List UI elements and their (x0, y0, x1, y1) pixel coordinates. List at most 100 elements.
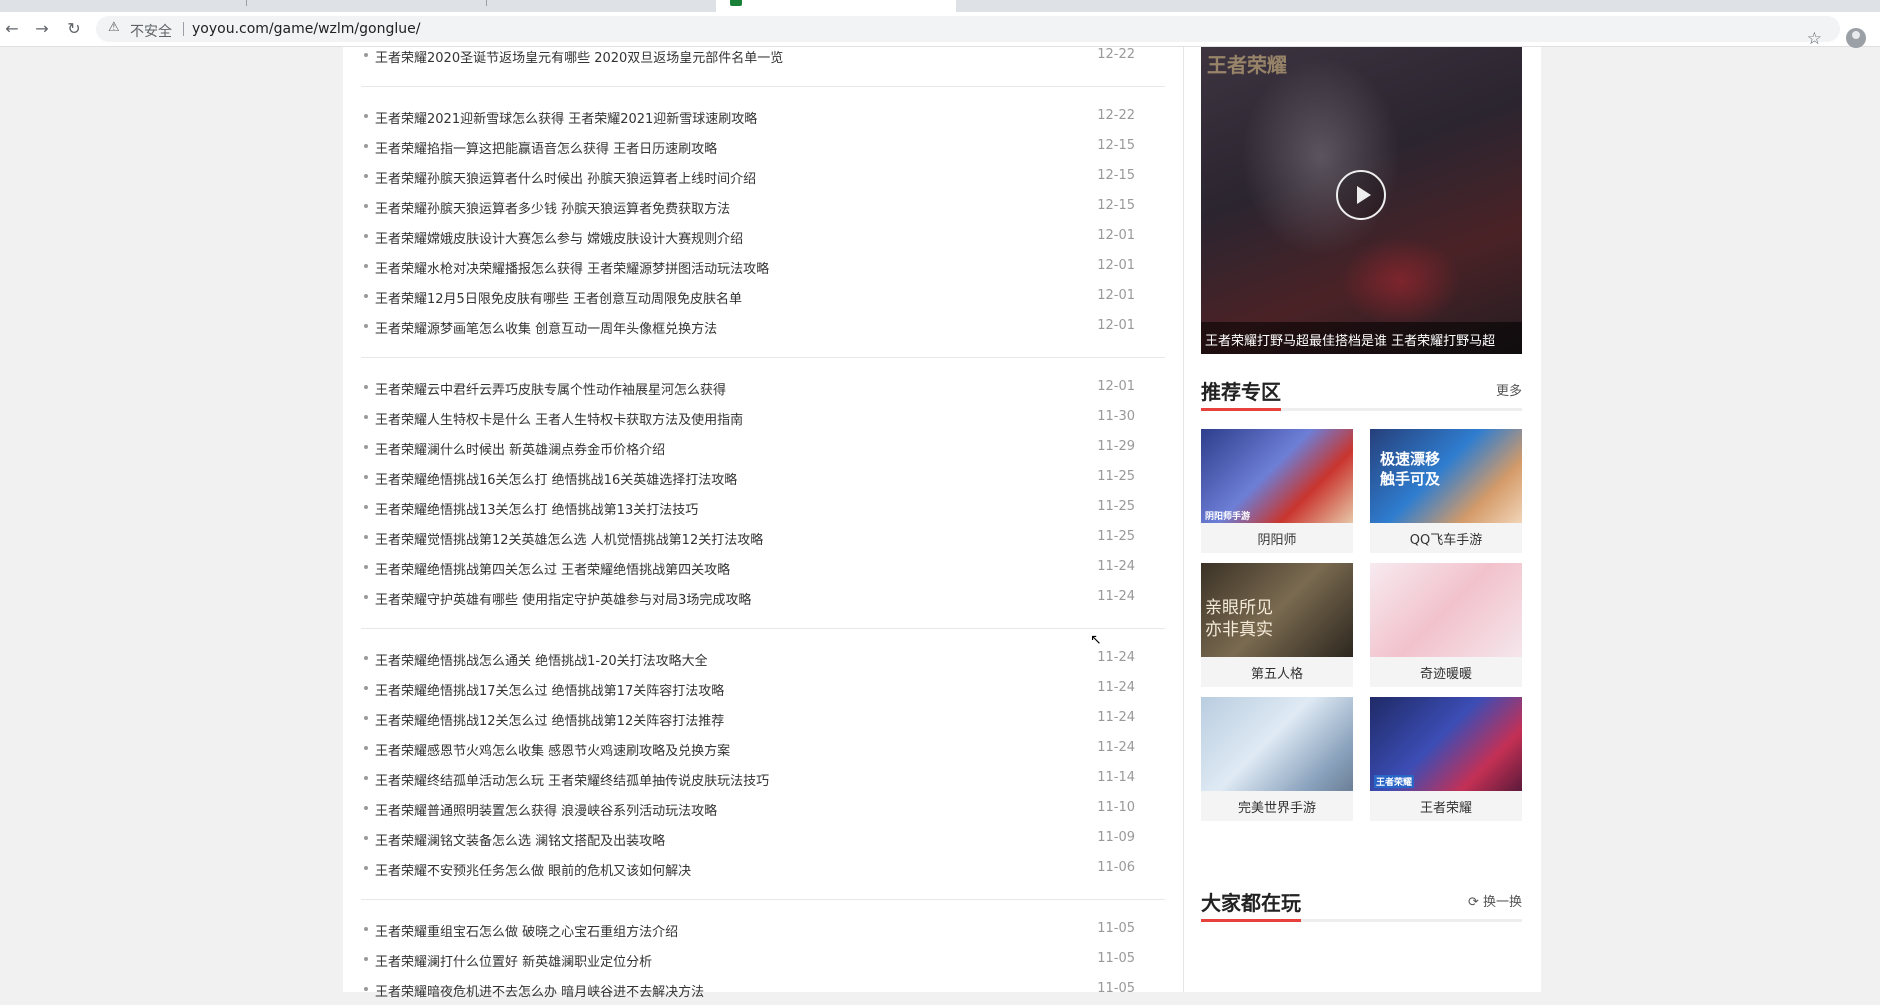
article-title-link[interactable]: 王者荣耀掐指一算这把能赢语音怎么获得 王者日历速刷攻略 (375, 138, 717, 157)
bullet-dot (364, 445, 368, 449)
article-title-link[interactable]: 王者荣耀绝悟挑战16关怎么打 绝悟挑战16关英雄选择打法攻略 (375, 469, 737, 488)
article-title-link[interactable]: 王者荣耀终结孤单活动怎么玩 王者荣耀终结孤单抽传说皮肤玩法技巧 (375, 770, 769, 789)
zone-card[interactable]: 极速漂移 触手可及 QQ飞车手游 (1370, 429, 1522, 553)
list-item[interactable]: 王者荣耀普通照明装置怎么获得 浪漫峡谷系列活动玩法攻略 11-10 (361, 794, 1165, 824)
article-title-link[interactable]: 王者荣耀孙膑天狼运算者什么时候出 孙膑天狼运算者上线时间介绍 (375, 168, 756, 187)
list-item[interactable]: 王者荣耀12月5日限免皮肤有哪些 王者创意互动周限免皮肤名单 12-01 (361, 282, 1165, 312)
list-item[interactable]: 王者荣耀孙膑天狼运算者多少钱 孙膑天狼运算者免费获取方法 12-15 (361, 192, 1165, 222)
list-item[interactable]: 王者荣耀绝悟挑战17关怎么过 绝悟挑战第17关阵容打法攻略 11-24 (361, 674, 1165, 704)
refresh-link[interactable]: ⟳ 换一换 (1468, 891, 1522, 910)
list-item[interactable]: 王者荣耀感恩节火鸡怎么收集 感恩节火鸡速刷攻略及兑换方案 11-24 (361, 734, 1165, 764)
bullet-dot (364, 686, 368, 690)
insecure-label[interactable]: 不安全 (130, 21, 172, 41)
article-title-link[interactable]: 王者荣耀2020圣诞节返场皇元有哪些 2020双旦返场皇元部件名单一览 (375, 47, 783, 66)
zone-name[interactable]: 奇迹暖暖 (1370, 663, 1522, 682)
url-text[interactable]: yoyou.com/game/wzlm/gonglue/ (192, 21, 420, 37)
article-title-link[interactable]: 王者荣耀孙膑天狼运算者多少钱 孙膑天狼运算者免费获取方法 (375, 198, 730, 217)
list-item[interactable]: 王者荣耀2020圣诞节返场皇元有哪些 2020双旦返场皇元部件名单一览 12-22 (361, 41, 1165, 71)
article-title-link[interactable]: 王者荣耀绝悟挑战17关怎么过 绝悟挑战第17关阵容打法攻略 (375, 680, 724, 699)
article-title-link[interactable]: 王者荣耀绝悟挑战怎么通关 绝悟挑战1-20关打法攻略大全 (375, 650, 708, 669)
list-item[interactable]: 王者荣耀人生特权卡是什么 王者人生特权卡获取方法及使用指南 11-30 (361, 403, 1165, 433)
list-item[interactable]: 王者荣耀绝悟挑战12关怎么过 绝悟挑战第12关阵容打法推荐 11-24 (361, 704, 1165, 734)
zone-thumbnail[interactable] (1370, 563, 1522, 657)
zone-thumbnail[interactable]: 王者荣耀 (1370, 697, 1522, 791)
article-title-link[interactable]: 王者荣耀不安预兆任务怎么做 眼前的危机又该如何解决 (375, 860, 691, 879)
zone-thumbnail[interactable]: 极速漂移 触手可及 (1370, 429, 1522, 523)
zone-name[interactable]: 阴阳师 (1201, 529, 1353, 548)
article-group: 王者荣耀2020圣诞节返场皇元有哪些 2020双旦返场皇元部件名单一览 12-22 (361, 41, 1165, 71)
list-item[interactable]: 王者荣耀嫦娥皮肤设计大赛怎么参与 嫦娥皮肤设计大赛规则介绍 12-01 (361, 222, 1165, 252)
zone-name[interactable]: QQ飞车手游 (1370, 529, 1522, 548)
article-title-link[interactable]: 王者荣耀重组宝石怎么做 破晓之心宝石重组方法介绍 (375, 921, 678, 940)
warning-icon[interactable]: ⚠ (108, 20, 120, 35)
list-item[interactable]: 王者荣耀掐指一算这把能赢语音怎么获得 王者日历速刷攻略 12-15 (361, 132, 1165, 162)
list-item[interactable]: 王者荣耀澜打什么位置好 新英雄澜职业定位分析 11-05 (361, 945, 1165, 975)
list-item[interactable]: 王者荣耀孙膑天狼运算者什么时候出 孙膑天狼运算者上线时间介绍 12-15 (361, 162, 1165, 192)
article-title-link[interactable]: 王者荣耀澜打什么位置好 新英雄澜职业定位分析 (375, 951, 652, 970)
article-date: 12-01 (1097, 379, 1135, 394)
list-item[interactable]: 王者荣耀守护英雄有哪些 使用指定守护英雄参与对局3场完成攻略 11-24 (361, 583, 1165, 613)
zone-thumbnail[interactable]: 亲眼所见 亦非真实 (1201, 563, 1353, 657)
article-date: 12-22 (1097, 47, 1135, 62)
article-title-link[interactable]: 王者荣耀源梦画笔怎么收集 创意互动一周年头像框兑换方法 (375, 318, 717, 337)
video-caption[interactable]: 王者荣耀打野马超最佳搭档是谁 王者荣耀打野马超 (1205, 330, 1495, 349)
video-caption-bar[interactable]: 王者荣耀打野马超最佳搭档是谁 王者荣耀打野马超 (1201, 322, 1522, 354)
article-title-link[interactable]: 王者荣耀绝悟挑战12关怎么过 绝悟挑战第12关阵容打法推荐 (375, 710, 724, 729)
list-item[interactable]: 王者荣耀绝悟挑战13关怎么打 绝悟挑战第13关打法技巧 11-25 (361, 493, 1165, 523)
zone-card[interactable]: 王者荣耀 王者荣耀 (1370, 697, 1522, 821)
article-title-link[interactable]: 王者荣耀人生特权卡是什么 王者人生特权卡获取方法及使用指南 (375, 409, 743, 428)
zone-thumbnail[interactable]: 阴阳师手游 (1201, 429, 1353, 523)
list-item[interactable]: 王者荣耀重组宝石怎么做 破晓之心宝石重组方法介绍 11-05 (361, 915, 1165, 945)
list-item[interactable]: 王者荣耀绝悟挑战怎么通关 绝悟挑战1-20关打法攻略大全 11-24 (361, 644, 1165, 674)
list-item[interactable]: 王者荣耀暗夜危机进不去怎么办 暗月峡谷进不去解决方法 11-05 (361, 975, 1165, 1005)
bullet-dot (364, 234, 368, 238)
article-title-link[interactable]: 王者荣耀云中君纤云弄巧皮肤专属个性动作袖展星河怎么获得 (375, 379, 726, 398)
article-title-link[interactable]: 王者荣耀暗夜危机进不去怎么办 暗月峡谷进不去解决方法 (375, 981, 704, 1000)
zone-card[interactable]: 完美世界手游 (1201, 697, 1353, 821)
list-item[interactable]: 王者荣耀绝悟挑战第四关怎么过 王者荣耀绝悟挑战第四关攻略 11-24 (361, 553, 1165, 583)
zone-card[interactable]: 阴阳师手游 阴阳师 (1201, 429, 1353, 553)
article-title-link[interactable]: 王者荣耀12月5日限免皮肤有哪些 王者创意互动周限免皮肤名单 (375, 288, 742, 307)
profile-avatar-icon[interactable] (1846, 28, 1866, 48)
zone-name[interactable]: 完美世界手游 (1201, 797, 1353, 816)
article-title-link[interactable]: 王者荣耀守护英雄有哪些 使用指定守护英雄参与对局3场完成攻略 (375, 589, 751, 608)
article-title-link[interactable]: 王者荣耀普通照明装置怎么获得 浪漫峡谷系列活动玩法攻略 (375, 800, 717, 819)
address-bar[interactable]: ⚠ 不安全 yoyou.com/game/wzlm/gonglue/ (96, 16, 1840, 42)
zone-name[interactable]: 王者荣耀 (1370, 797, 1522, 816)
list-item[interactable]: 王者荣耀云中君纤云弄巧皮肤专属个性动作袖展星河怎么获得 12-01 (361, 373, 1165, 403)
list-item[interactable]: 王者荣耀2021迎新雪球怎么获得 王者荣耀2021迎新雪球速刷攻略 12-22 (361, 102, 1165, 132)
list-item[interactable]: 王者荣耀澜铭文装备怎么选 澜铭文搭配及出装攻略 11-09 (361, 824, 1165, 854)
list-item[interactable]: 王者荣耀终结孤单活动怎么玩 王者荣耀终结孤单抽传说皮肤玩法技巧 11-14 (361, 764, 1165, 794)
back-arrow-icon[interactable]: ← (0, 17, 24, 41)
zone-thumbnail[interactable] (1201, 697, 1353, 791)
reload-icon[interactable]: ↻ (62, 17, 86, 41)
list-item[interactable]: 王者荣耀水枪对决荣耀播报怎么获得 王者荣耀源梦拼图活动玩法攻略 12-01 (361, 252, 1165, 282)
bookmark-star-icon[interactable]: ☆ (1807, 29, 1822, 49)
article-title-link[interactable]: 王者荣耀澜什么时候出 新英雄澜点券金币价格介绍 (375, 439, 665, 458)
play-button[interactable] (1336, 170, 1386, 220)
playing-heading: 大家都在玩 (1201, 891, 1301, 915)
heading-accent (1201, 919, 1301, 922)
article-title-link[interactable]: 王者荣耀感恩节火鸡怎么收集 感恩节火鸡速刷攻略及兑换方案 (375, 740, 730, 759)
list-item[interactable]: 王者荣耀不安预兆任务怎么做 眼前的危机又该如何解决 11-06 (361, 854, 1165, 884)
active-tab[interactable] (716, 0, 956, 12)
zone-card[interactable]: 亲眼所见 亦非真实 第五人格 (1201, 563, 1353, 687)
article-title-link[interactable]: 王者荣耀嫦娥皮肤设计大赛怎么参与 嫦娥皮肤设计大赛规则介绍 (375, 228, 743, 247)
video-thumbnail[interactable]: 王者荣耀 王者荣耀打野马超最佳搭档是谁 王者荣耀打野马超 (1201, 47, 1522, 354)
article-title-link[interactable]: 王者荣耀2021迎新雪球怎么获得 王者荣耀2021迎新雪球速刷攻略 (375, 108, 757, 127)
more-link[interactable]: 更多 (1496, 380, 1522, 399)
article-title-link[interactable]: 王者荣耀绝悟挑战13关怎么打 绝悟挑战第13关打法技巧 (375, 499, 698, 518)
group-divider (361, 357, 1165, 358)
zone-card[interactable]: 奇迹暖暖 (1370, 563, 1522, 687)
list-item[interactable]: 王者荣耀绝悟挑战16关怎么打 绝悟挑战16关英雄选择打法攻略 11-25 (361, 463, 1165, 493)
article-title-link[interactable]: 王者荣耀绝悟挑战第四关怎么过 王者荣耀绝悟挑战第四关攻略 (375, 559, 730, 578)
list-item[interactable]: 王者荣耀觉悟挑战第12关英雄怎么选 人机觉悟挑战第12关打法攻略 11-25 (361, 523, 1165, 553)
list-item[interactable]: 王者荣耀源梦画笔怎么收集 创意互动一周年头像框兑换方法 12-01 (361, 312, 1165, 342)
list-item[interactable]: 王者荣耀澜什么时候出 新英雄澜点券金币价格介绍 11-29 (361, 433, 1165, 463)
forward-arrow-icon[interactable]: → (30, 17, 54, 41)
zone-name[interactable]: 第五人格 (1201, 663, 1353, 682)
article-title-link[interactable]: 王者荣耀澜铭文装备怎么选 澜铭文搭配及出装攻略 (375, 830, 665, 849)
bullet-dot (364, 53, 368, 57)
article-title-link[interactable]: 王者荣耀水枪对决荣耀播报怎么获得 王者荣耀源梦拼图活动玩法攻略 (375, 258, 769, 277)
article-title-link[interactable]: 王者荣耀觉悟挑战第12关英雄怎么选 人机觉悟挑战第12关打法攻略 (375, 529, 763, 548)
